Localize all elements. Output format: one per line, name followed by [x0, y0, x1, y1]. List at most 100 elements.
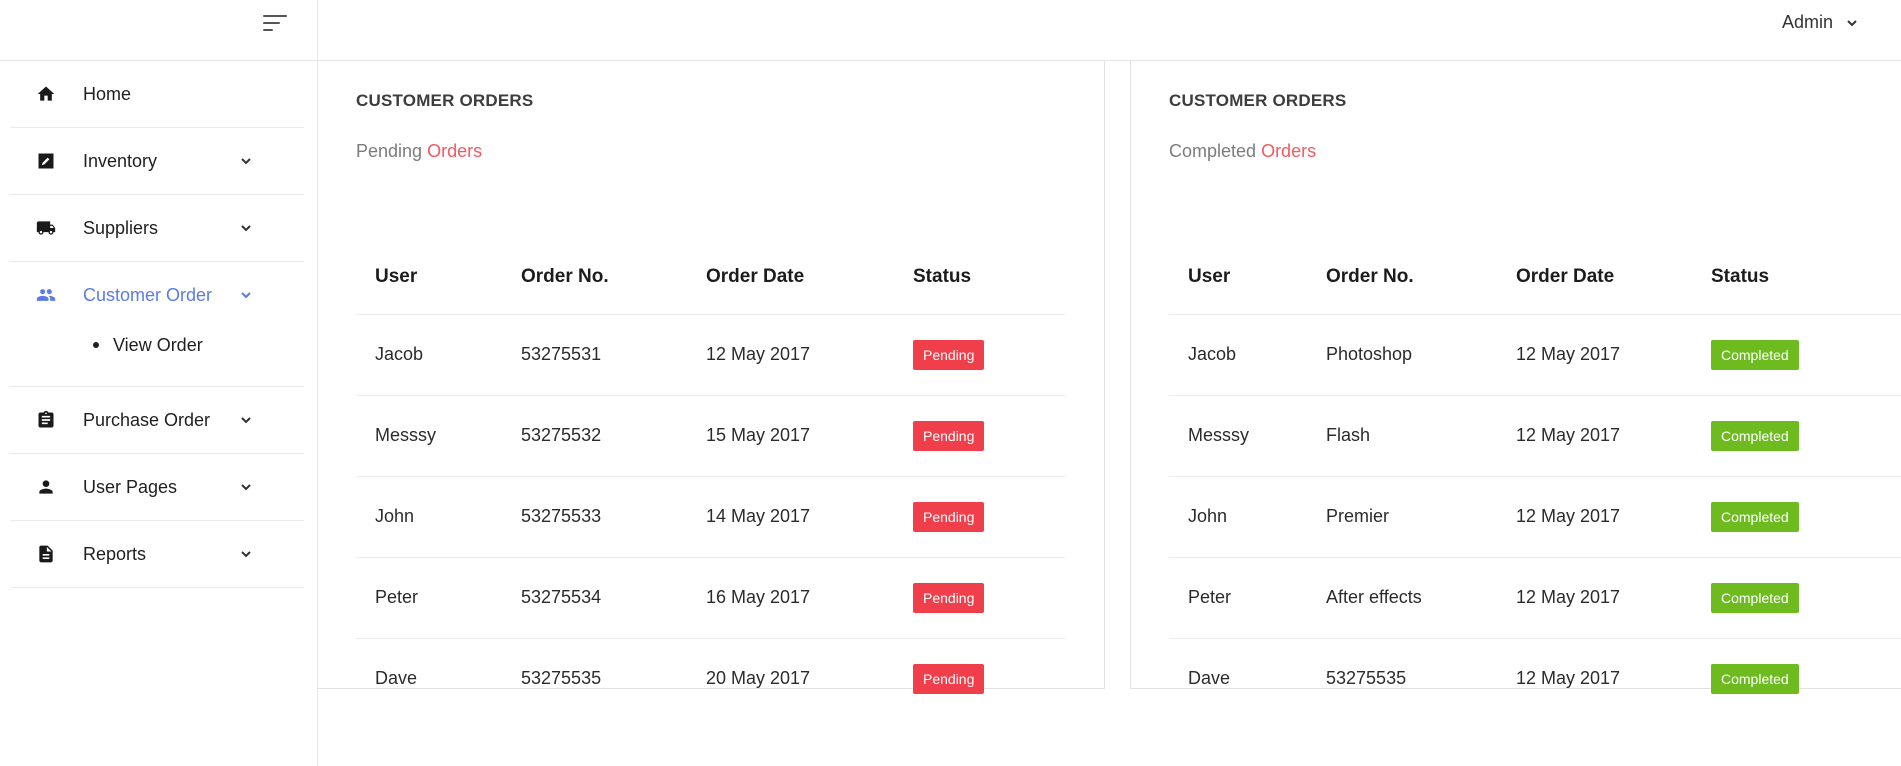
table-row: Messsy Flash 12 May 2017 Completed	[1169, 395, 1901, 477]
cell-order-date: 14 May 2017	[687, 476, 894, 558]
status-badge: Pending	[913, 663, 985, 694]
cell-user: Messsy	[356, 395, 502, 477]
sidebar-subitem-label: View Order	[113, 334, 203, 355]
status-badge: Pending	[913, 420, 985, 451]
menu-toggle-icon[interactable]	[263, 13, 289, 33]
status-badge: Pending	[913, 582, 985, 613]
sidebar-link-reports[interactable]: Reports	[10, 521, 304, 587]
cell-status: Pending	[894, 395, 1065, 477]
cell-order-date: 12 May 2017	[687, 314, 894, 396]
cell-user: John	[356, 476, 502, 558]
cell-order-date: 12 May 2017	[1497, 557, 1692, 639]
chevron-down-icon[interactable]	[239, 413, 253, 427]
sidebar-header	[0, 0, 317, 61]
chevron-down-icon	[1847, 19, 1857, 26]
cell-order-date: 15 May 2017	[687, 395, 894, 477]
status-badge: Pending	[913, 501, 985, 532]
cell-status: Completed	[1692, 314, 1901, 396]
cell-order-no: 53275535	[1326, 668, 1407, 689]
column-header-order-date: Order Date	[1497, 241, 1692, 315]
column-header-user: User	[1169, 241, 1307, 315]
cell-user: Dave	[375, 668, 418, 689]
pending-orders-table: User Order No. Order Date Status Jacob 5…	[356, 241, 1065, 719]
card-subtitle: Pending Orders	[356, 141, 482, 162]
sidebar-link-purchase-order[interactable]: Purchase Order	[10, 387, 304, 453]
clipboard-icon	[35, 409, 57, 431]
status-badge: Completed	[1711, 663, 1799, 694]
sidebar-link-home[interactable]: Home	[10, 61, 304, 127]
truck-icon	[35, 217, 57, 239]
status-badge: Completed	[1711, 501, 1799, 532]
table-row: Jacob Photoshop 12 May 2017 Completed	[1169, 314, 1901, 396]
sidebar-item-inventory[interactable]: Inventory	[10, 128, 304, 195]
sidebar-item-label: User Pages	[83, 476, 178, 497]
cell-status: Completed	[1692, 557, 1901, 639]
cell-order-date: 12 May 2017	[1497, 395, 1692, 477]
cell-status: Pending	[894, 638, 1065, 719]
sidebar-item-label: Reports	[83, 543, 147, 564]
sidebar-link-suppliers[interactable]: Suppliers	[10, 195, 304, 261]
cell-user: Messsy	[1169, 395, 1307, 477]
table-row: Peter After effects 12 May 2017 Complete…	[1169, 557, 1901, 639]
chevron-down-icon[interactable]	[239, 547, 253, 561]
card-subtitle: Completed Orders	[1169, 141, 1316, 162]
sidebar-link-user-pages[interactable]: User Pages	[10, 454, 304, 520]
cell-order-no: 53275532	[502, 395, 687, 477]
table-row: Dave 53275535 12 May 2017 Completed	[1169, 638, 1901, 719]
sidebar-link-inventory[interactable]: Inventory	[10, 128, 304, 194]
cell-order-no: 53275533	[502, 476, 687, 558]
edit-icon	[35, 150, 57, 172]
completed-orders-table: User Order No. Order Date Status Jacob P…	[1169, 241, 1901, 719]
sidebar-item-label: Purchase Order	[83, 409, 211, 430]
customer-order-submenu: View Order	[10, 328, 304, 386]
sidebar-item-home[interactable]: Home	[10, 61, 304, 128]
cell-order-no: 53275534	[502, 557, 687, 639]
topbar: Admin	[318, 0, 1901, 61]
cell-order-date: 12 May 2017	[1497, 476, 1692, 558]
cell-order-no: Flash	[1307, 395, 1497, 477]
sidebar-nav: Home Inventory Suppliers Customer Order …	[0, 61, 317, 588]
chevron-down-icon[interactable]	[239, 221, 253, 235]
cell-order-no: 53275531	[502, 314, 687, 396]
column-header-order-no: Order No.	[1307, 241, 1497, 315]
sidebar-item-reports[interactable]: Reports	[10, 521, 304, 588]
table-header-row: User Order No. Order Date Status	[356, 241, 1065, 315]
sidebar-item-customer-order[interactable]: Customer Order View Order	[10, 262, 304, 387]
column-header-status: Status	[1692, 241, 1901, 315]
card-subtitle-prefix: Completed	[1169, 141, 1257, 161]
status-badge: Completed	[1711, 339, 1799, 370]
sidebar-item-purchase-order[interactable]: Purchase Order	[10, 387, 304, 454]
chevron-down-icon[interactable]	[239, 480, 253, 494]
document-icon	[35, 543, 57, 565]
chevron-down-icon[interactable]	[239, 154, 253, 168]
table-header-row: User Order No. Order Date Status	[1169, 241, 1901, 315]
status-badge: Completed	[1711, 420, 1799, 451]
user-name: Admin	[1781, 12, 1833, 32]
sidebar-subitem-view-order[interactable]: View Order	[93, 330, 304, 360]
sidebar: Home Inventory Suppliers Customer Order …	[0, 0, 318, 766]
user-menu-dropdown[interactable]: Admin	[1782, 12, 1859, 33]
cell-status: Completed	[1692, 395, 1901, 477]
people-icon	[35, 284, 57, 306]
card-subtitle-accent: Orders	[1261, 141, 1317, 161]
cell-order-no: After effects	[1307, 557, 1497, 639]
sidebar-item-user-pages[interactable]: User Pages	[10, 454, 304, 521]
sidebar-item-label: Inventory	[83, 150, 158, 171]
chevron-down-icon[interactable]	[239, 288, 253, 302]
cell-order-no: Premier	[1307, 476, 1497, 558]
cell-order-date: 16 May 2017	[687, 557, 894, 639]
cell-order-no: Photoshop	[1307, 314, 1497, 396]
column-header-order-no: Order No.	[502, 241, 687, 315]
sidebar-link-customer-order[interactable]: Customer Order	[10, 262, 304, 328]
cell-status: Pending	[894, 314, 1065, 396]
card-title: CUSTOMER ORDERS	[356, 91, 534, 110]
sidebar-item-suppliers[interactable]: Suppliers	[10, 195, 304, 262]
table-row: Dave 53275535 20 May 2017 Pending	[356, 638, 1065, 719]
column-header-order-date: Order Date	[687, 241, 894, 315]
table-row: John 53275533 14 May 2017 Pending	[356, 476, 1065, 558]
card-subtitle-prefix: Pending	[356, 141, 423, 161]
table-row: John Premier 12 May 2017 Completed	[1169, 476, 1901, 558]
cell-user: Jacob	[1169, 314, 1307, 396]
person-icon	[35, 476, 57, 498]
cell-user: Peter	[356, 557, 502, 639]
